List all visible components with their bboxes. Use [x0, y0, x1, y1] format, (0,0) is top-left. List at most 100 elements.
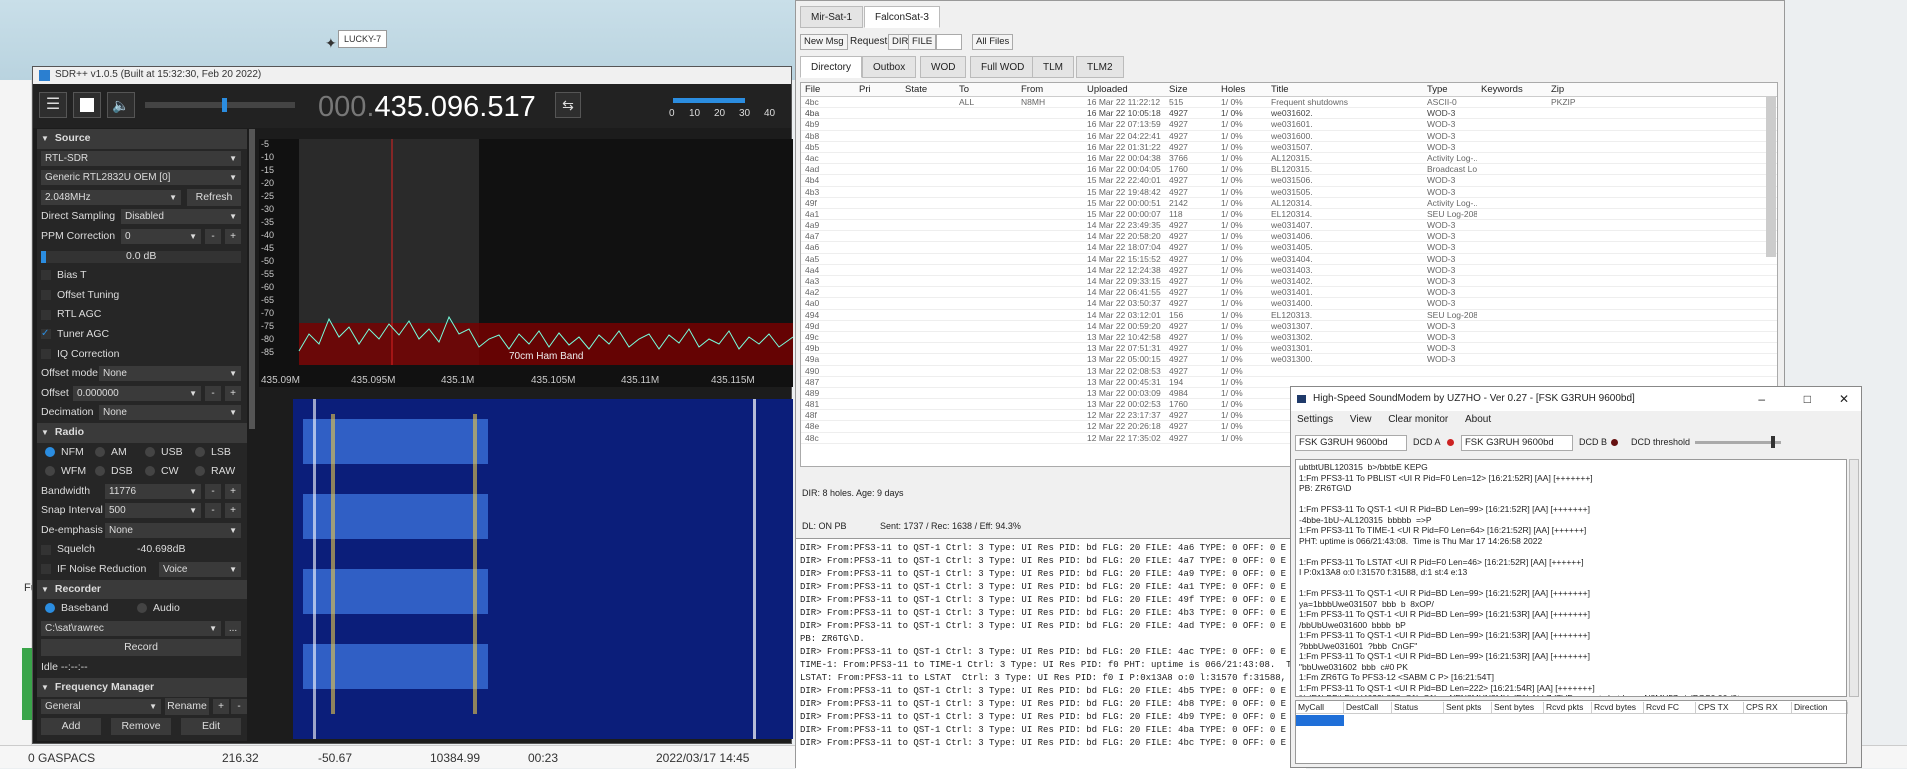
panel-scrollbar[interactable]: [249, 129, 255, 429]
mode-dsb[interactable]: DSB: [95, 462, 133, 482]
subtab-outbox[interactable]: Outbox: [862, 56, 916, 78]
refresh-button[interactable]: Refresh: [187, 189, 241, 206]
sdr-window[interactable]: SDR++ v1.0.5 (Built at 15:32:30, Feb 20 …: [32, 66, 792, 744]
column-header[interactable]: Holes: [1221, 83, 1267, 97]
sdr-side-panel[interactable]: Source RTL-SDR Generic RTL2832U OEM [0] …: [37, 129, 247, 741]
rename-button[interactable]: Rename: [165, 698, 209, 715]
all-files-button[interactable]: All Files: [972, 34, 1013, 50]
mode-cw[interactable]: CW: [145, 462, 179, 482]
tab-falconsat[interactable]: FalconSat-3: [864, 6, 940, 28]
close-icon[interactable]: ✕: [1839, 387, 1849, 411]
column-header[interactable]: State: [905, 83, 955, 97]
mode-am[interactable]: AM: [95, 443, 127, 463]
table-row[interactable]: 4a2 14 Mar 22 06:41:55 4927 1/ 0% we031401. W…: [801, 287, 1777, 298]
soundmodem-window[interactable]: High-Speed SoundModem by UZ7HO - Ver 0.2…: [1290, 386, 1862, 768]
dcd-threshold-slider[interactable]: [1695, 441, 1781, 444]
sdr-titlebar[interactable]: SDR++ v1.0.5 (Built at 15:32:30, Feb 20 …: [33, 67, 791, 84]
column-header[interactable]: Uploaded: [1087, 83, 1165, 97]
table-row[interactable]: 4a3 14 Mar 22 09:33:15 4927 1/ 0% we031402. W…: [801, 276, 1777, 287]
list-add-button[interactable]: +: [213, 699, 229, 714]
connections-column-header[interactable]: Sent pkts: [1444, 702, 1492, 714]
table-row[interactable]: 49d 14 Mar 22 00:59:20 4927 1/ 0% we031307. W…: [801, 321, 1777, 332]
snap-input[interactable]: 500: [105, 503, 201, 518]
connections-column-header[interactable]: Rcvd FC: [1644, 702, 1696, 714]
source-header[interactable]: Source: [37, 129, 247, 149]
mode-dsb-radio[interactable]: [95, 466, 105, 476]
minimize-icon[interactable]: –: [1758, 387, 1765, 411]
table-row[interactable]: 49f 15 Mar 22 00:00:51 2142 1/ 0% AL120314. A…: [801, 198, 1777, 209]
subtab-wod[interactable]: WOD: [920, 56, 966, 78]
squelch-value[interactable]: -40.698dB: [137, 540, 185, 560]
bandwidth-plus-button[interactable]: +: [225, 484, 241, 499]
menu-clear-monitor[interactable]: Clear monitor: [1388, 414, 1448, 425]
tab-mir-sat[interactable]: Mir-Sat-1: [800, 6, 863, 28]
connections-column-header[interactable]: Direction: [1792, 702, 1848, 714]
table-row[interactable]: 4a9 14 Mar 22 23:49:35 4927 1/ 0% we031407. W…: [801, 220, 1777, 231]
table-row[interactable]: 4a1 15 Mar 22 00:00:07 118 1/ 0% EL120314. SE…: [801, 209, 1777, 220]
connections-column-header[interactable]: CPS TX: [1696, 702, 1744, 714]
iq-checkbox[interactable]: [41, 349, 51, 359]
ifnr-select[interactable]: Voice: [159, 562, 241, 577]
direct-sampling-select[interactable]: Disabled: [121, 209, 241, 224]
offset-mode-select[interactable]: None: [99, 366, 241, 381]
table-row[interactable]: 4b4 15 Mar 22 22:40:01 4927 1/ 0% we031506. W…: [801, 175, 1777, 186]
samplerate-select[interactable]: 2.048MHz: [41, 190, 181, 205]
connections-table[interactable]: MyCall DestCall Status Sent pkts Sent bytes R…: [1295, 700, 1847, 764]
dcd-threshold-handle[interactable]: [1771, 436, 1775, 448]
subtab-full-wod[interactable]: Full WOD: [970, 56, 1035, 78]
connections-column-header[interactable]: Sent bytes: [1492, 702, 1544, 714]
monitor-scrollbar[interactable]: [1849, 459, 1859, 697]
remove-button[interactable]: Remove: [111, 718, 171, 735]
column-header[interactable]: Title: [1271, 83, 1421, 97]
record-button[interactable]: Record: [41, 639, 241, 656]
table-row[interactable]: 4a6 14 Mar 22 18:07:04 4927 1/ 0% we031405. W…: [801, 242, 1777, 253]
new-msg-button[interactable]: New Msg: [800, 34, 848, 50]
iq-row[interactable]: IQ Correction: [37, 345, 247, 365]
freq-digits[interactable]: 435.096.517: [374, 91, 535, 123]
file-number-input[interactable]: [936, 34, 962, 50]
offset-minus-button[interactable]: -: [205, 386, 221, 401]
spectrum-view[interactable]: -5 -10 -15 -20 -25 -30 -35 -40 -45 -50 -55 -60 -65 -7…: [259, 139, 793, 387]
mode-lsb[interactable]: LSB: [195, 443, 231, 463]
table-row[interactable]: 490 13 Mar 22 02:08:53 4927 1/ 0%: [801, 366, 1777, 377]
column-header[interactable]: Keywords: [1481, 83, 1547, 97]
menu-icon[interactable]: ☰: [39, 92, 67, 118]
mode-nfm[interactable]: NFM: [45, 443, 84, 463]
table-row[interactable]: 4a0 14 Mar 22 03:50:37 4927 1/ 0% we031400. W…: [801, 298, 1777, 309]
source-select[interactable]: RTL-SDR: [41, 151, 241, 166]
rec-browse-button[interactable]: ...: [225, 621, 241, 636]
bandwidth-input[interactable]: 11776: [105, 484, 201, 499]
offset-input[interactable]: 0.000000: [73, 386, 201, 401]
table-scrollbar[interactable]: [1766, 97, 1776, 257]
frequency-display[interactable]: 000.435.096.517: [318, 91, 536, 124]
table-row[interactable]: 4b9 16 Mar 22 07:13:59 4927 1/ 0% we031601. W…: [801, 119, 1777, 130]
list-remove-button[interactable]: -: [231, 699, 247, 714]
add-button[interactable]: Add: [41, 718, 101, 735]
tuner-agc-row[interactable]: ✓ Tuner AGC: [37, 325, 247, 345]
freqmgr-header[interactable]: Frequency Manager: [37, 678, 247, 698]
menu-settings[interactable]: Settings: [1297, 414, 1333, 425]
table-row[interactable]: 4b5 16 Mar 22 01:31:22 4927 1/ 0% we031507. W…: [801, 142, 1777, 153]
ifnr-checkbox[interactable]: [41, 564, 51, 574]
menu-view[interactable]: View: [1350, 414, 1372, 425]
table-row[interactable]: 49a 13 Mar 22 05:00:15 4927 1/ 0% we031300. W…: [801, 354, 1777, 365]
mode-wfm[interactable]: WFM: [45, 462, 86, 482]
subtab-directory[interactable]: Directory: [800, 56, 862, 78]
connections-column-header[interactable]: Status: [1392, 702, 1444, 714]
table-row[interactable]: 4a7 14 Mar 22 20:58:20 4927 1/ 0% we031406. W…: [801, 231, 1777, 242]
deemph-select[interactable]: None: [105, 523, 241, 538]
bias-t-row[interactable]: Bias T: [37, 266, 247, 286]
ppm-input[interactable]: 0: [121, 229, 201, 244]
column-header[interactable]: Type: [1427, 83, 1477, 97]
connections-column-header[interactable]: CPS RX: [1744, 702, 1792, 714]
table-row[interactable]: 4ba 16 Mar 22 10:05:18 4927 1/ 0% we031602. W…: [801, 108, 1777, 119]
table-row[interactable]: 4b3 15 Mar 22 19:48:42 4927 1/ 0% we031505. W…: [801, 187, 1777, 198]
table-row[interactable]: 4bc ALL N8MH 16 Mar 22 11:22:12 515 1/ 0% Freq…: [801, 97, 1777, 108]
volume-slider[interactable]: [145, 102, 295, 108]
squelch-checkbox[interactable]: [41, 545, 51, 555]
table-row[interactable]: 4a5 14 Mar 22 15:15:52 4927 1/ 0% we031404. W…: [801, 254, 1777, 265]
table-row[interactable]: 4ac 16 Mar 22 00:04:38 3766 1/ 0% AL120315. A…: [801, 153, 1777, 164]
mode-lsb-radio[interactable]: [195, 447, 205, 457]
rec-path-input[interactable]: C:\sat\rawrec: [41, 621, 221, 636]
mode-raw[interactable]: RAW: [195, 462, 235, 482]
